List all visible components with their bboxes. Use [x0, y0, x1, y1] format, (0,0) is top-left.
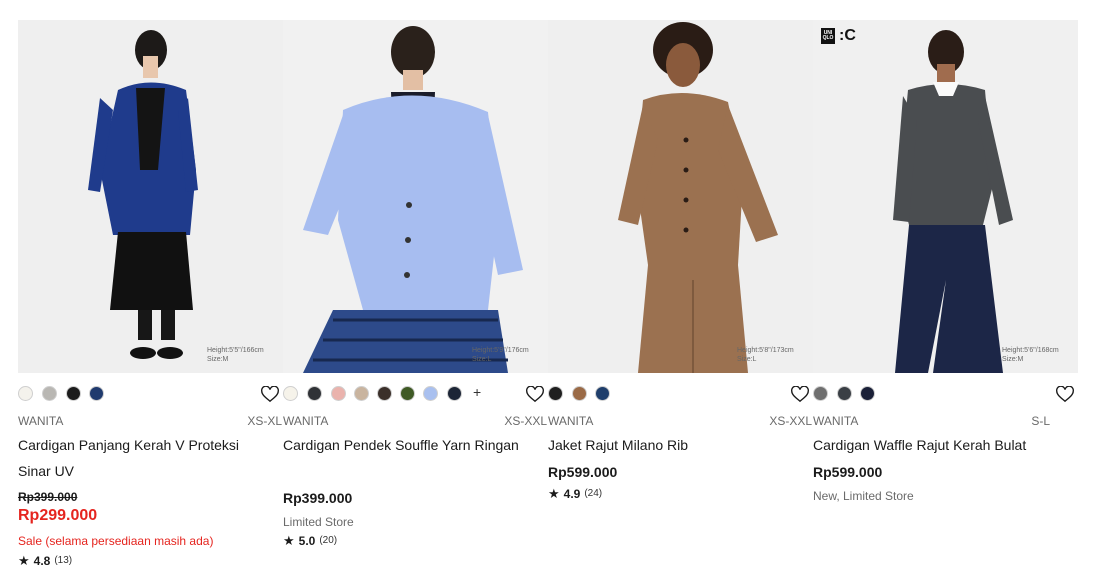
gender-label: WANITA [18, 414, 64, 428]
price: Rp399.000 [283, 490, 353, 506]
price: Rp599.000 [813, 464, 883, 480]
product-card[interactable]: Height:5'5"/166cm Size:M WANITA XS-XL Ca… [18, 20, 283, 571]
color-swatch[interactable] [837, 386, 852, 401]
sale-price: Rp299.000 [18, 507, 98, 524]
original-price: Rp399.000 [18, 490, 78, 504]
review-count: (20) [319, 535, 338, 546]
gender-label: WANITA [548, 414, 594, 428]
product-meta: WANITA S-L [813, 414, 1078, 428]
product-photo-illustration [18, 20, 283, 373]
rating-value: 4.9 [563, 487, 581, 501]
color-swatch[interactable] [572, 386, 587, 401]
product-card[interactable]: Height:5'8"/173cm Size:L WANITA XS-XXL J… [548, 20, 813, 571]
product-photo-illustration [283, 20, 548, 373]
heart-outline-icon[interactable] [526, 386, 544, 403]
product-meta: WANITA XS-XXL [283, 414, 548, 428]
product-name[interactable]: Cardigan Pendek Souffle Yarn Ringan [283, 432, 533, 458]
color-swatch[interactable] [377, 386, 392, 401]
product-link[interactable]: Cardigan Panjang Kerah V Proteksi Sinar … [18, 437, 239, 479]
product-name[interactable]: Cardigan Panjang Kerah V Proteksi Sinar … [18, 432, 268, 484]
color-swatches [813, 386, 1078, 403]
availability-note: Limited Store [283, 515, 354, 529]
color-swatch[interactable] [331, 386, 346, 401]
product-card[interactable]: UNI QLO :C Height:5'6"/168cm Size:M WANI… [813, 20, 1078, 571]
color-swatch[interactable] [400, 386, 415, 401]
color-swatch[interactable] [354, 386, 369, 401]
star-icon: ★ [283, 533, 295, 548]
size-range: S-L [1031, 414, 1050, 428]
product-card[interactable]: Height:5'9"/176cm Size:L + WANITA XS-XXL… [283, 20, 548, 571]
product-link[interactable]: Cardigan Waffle Rajut Kerah Bulat [813, 437, 1026, 453]
rating: ★ 5.0 (20) [283, 533, 338, 549]
heart-outline-icon[interactable] [1056, 386, 1074, 403]
product-photo-illustration [813, 20, 1078, 373]
availability-note: New, Limited Store [813, 489, 914, 503]
color-swatch[interactable] [283, 386, 298, 401]
color-swatches [548, 386, 813, 403]
color-swatch[interactable] [595, 386, 610, 401]
product-link[interactable]: Jaket Rajut Milano Rib [548, 437, 688, 453]
star-icon: ★ [548, 486, 560, 501]
heart-outline-icon[interactable] [261, 386, 279, 403]
product-image[interactable]: Height:5'5"/166cm Size:M [18, 20, 283, 373]
color-swatch[interactable] [66, 386, 81, 401]
product-image[interactable]: UNI QLO :C Height:5'6"/168cm Size:M [813, 20, 1078, 373]
gender-label: WANITA [813, 414, 859, 428]
model-size-note: Height:5'8"/173cm Size:L [737, 347, 794, 363]
color-swatch[interactable] [42, 386, 57, 401]
product-meta: WANITA XS-XXL [548, 414, 813, 428]
gender-label: WANITA [283, 414, 329, 428]
more-colors[interactable]: + [473, 385, 481, 400]
product-name[interactable]: Cardigan Waffle Rajut Kerah Bulat [813, 432, 1063, 458]
rating: ★ 4.8 (13) [18, 553, 73, 569]
product-photo-illustration [548, 20, 813, 373]
size-range: XS-XL [247, 414, 282, 428]
review-count: (13) [54, 555, 73, 566]
color-swatch[interactable] [18, 386, 33, 401]
product-name[interactable]: Jaket Rajut Milano Rib [548, 432, 798, 458]
price: Rp599.000 [548, 464, 618, 480]
size-range: XS-XXL [504, 414, 547, 428]
heart-outline-icon[interactable] [791, 386, 809, 403]
rating-value: 5.0 [298, 534, 316, 548]
review-count: (24) [584, 488, 603, 499]
model-size-note: Height:5'9"/176cm Size:L [472, 347, 529, 363]
rating: ★ 4.9 (24) [548, 486, 603, 502]
brand-badge: UNI QLO :C [821, 28, 856, 44]
model-size-note: Height:5'6"/168cm Size:M [1002, 347, 1059, 363]
rating-value: 4.8 [33, 554, 51, 568]
size-range: XS-XXL [769, 414, 812, 428]
brand-line-label: :C [839, 27, 856, 44]
product-meta: WANITA XS-XL [18, 414, 283, 428]
color-swatch[interactable] [860, 386, 875, 401]
color-swatch[interactable] [423, 386, 438, 401]
product-image[interactable]: Height:5'8"/173cm Size:L [548, 20, 813, 373]
product-image[interactable]: Height:5'9"/176cm Size:L [283, 20, 548, 373]
color-swatch[interactable] [89, 386, 104, 401]
color-swatches [18, 386, 283, 403]
color-swatch[interactable] [447, 386, 462, 401]
color-swatch[interactable] [813, 386, 828, 401]
sale-note: Sale (selama persediaan masih ada) [18, 534, 214, 548]
product-grid: Height:5'5"/166cm Size:M WANITA XS-XL Ca… [18, 20, 1078, 571]
color-swatches: + [283, 385, 548, 403]
model-size-note: Height:5'5"/166cm Size:M [207, 347, 264, 363]
product-link[interactable]: Cardigan Pendek Souffle Yarn Ringan [283, 437, 519, 453]
color-swatch[interactable] [307, 386, 322, 401]
color-swatch[interactable] [548, 386, 563, 401]
brand-logo: UNI QLO [821, 28, 835, 44]
star-icon: ★ [18, 553, 30, 568]
